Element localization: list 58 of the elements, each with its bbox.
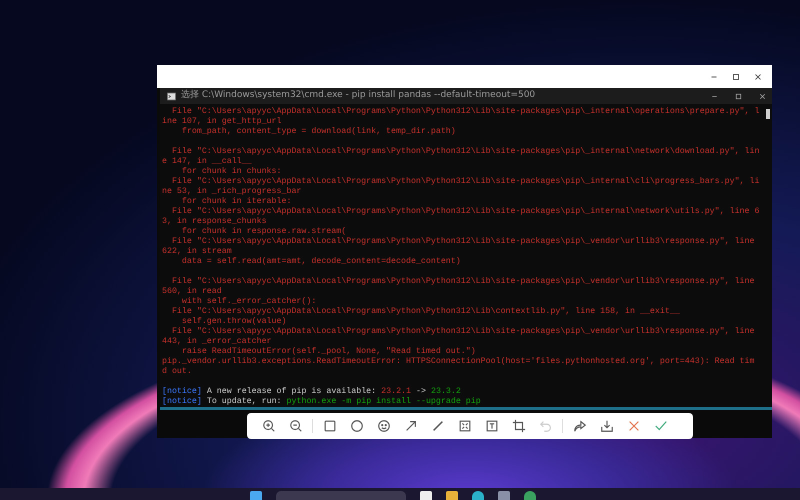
search-field[interactable]	[276, 491, 406, 500]
notice-tag: [notice]	[162, 387, 202, 397]
window-title: 选择 C:\Windows\system32\cmd.exe - pip install pandas --default-timeout=500	[181, 89, 536, 102]
console-line: data = self.read(amt=amt, decode_content=decode_content)	[180, 257, 462, 267]
mosaic-icon	[458, 419, 472, 433]
console-line: pip._vendor.urllib3.exceptions.ReadTimeoutError: HTTPSConnectionPool(host='files.pythonhosted.org', port=443): Read tim	[162, 357, 756, 367]
arrow-icon	[404, 419, 418, 433]
cancel-icon	[626, 419, 640, 433]
console-line: d out.	[162, 367, 193, 377]
circle-icon	[350, 419, 364, 433]
console-line: File "C:\Users\apyyc\AppData\Local\Programs\Python\Python312\Lib\site-packages\pip\_internal\network\download.py", lin	[170, 147, 760, 157]
console-line: 3, in response_chunks	[162, 217, 268, 227]
new-version: python.exe -m pip install --upgrade pip	[286, 397, 481, 407]
console-line: File "C:\Users\apyyc\AppData\Local\Programs\Python\Python312\Lib\contextlib.py", line 158, in __exit__	[170, 307, 681, 317]
browser-icon[interactable]	[472, 491, 484, 500]
console-line: File "C:\Users\apyyc\AppData\Local\Programs\Python\Python312\Lib\site-packages\pip\_vendor\urllib3\response.py", line	[170, 237, 756, 247]
share-icon	[572, 419, 586, 433]
notice-text: ->	[416, 387, 426, 397]
zoom-out-icon	[288, 419, 302, 433]
maximize-icon	[734, 92, 742, 100]
console-line: self.gen.throw(value)	[180, 317, 288, 327]
rectangle-icon	[322, 419, 336, 433]
zoom-in-icon	[262, 419, 276, 433]
close-icon	[758, 92, 766, 100]
undo-icon	[538, 419, 552, 433]
console-line: for chunk in chunks:	[180, 167, 282, 177]
download-icon	[600, 419, 614, 433]
console-line: raise ReadTimeoutError(self._pool, None, "Read timed out.")	[180, 347, 477, 357]
console-line: 560, in read	[162, 287, 223, 297]
console-line: 622, in stream	[162, 247, 233, 257]
smiley-icon	[376, 419, 390, 433]
console-line: File "C:\Users\apyyc\AppData\Local\Programs\Python\Python312\Lib\site-packages\pip\_vendor\urllib3\response.py", line	[170, 327, 756, 337]
console-line: e 147, in __call__	[162, 157, 253, 167]
console-line: ne 53, in _rich_progress_bar	[162, 187, 302, 197]
notice-tag: [notice]	[162, 397, 202, 407]
old-version: 23.2.1	[381, 387, 412, 397]
console-icon	[166, 92, 177, 100]
console-line: for chunk in response.raw.stream(	[180, 227, 348, 237]
notice-text: To update, run:	[206, 397, 282, 407]
console-line: File "C:\Users\apyyc\AppData\Local\Programs\Python\Python312\Lib\site-packages\pip\_internal\network\utils.py", line 6	[170, 207, 760, 217]
notice-text: A new release of pip is available:	[206, 387, 376, 397]
console-line: with self._error_catcher():	[180, 297, 318, 307]
console-line: File "C:\Users\apyyc\AppData\Local\Programs\Python\Python312\Lib\site-packages\pip\_internal\cli\progress_bars.py", li	[170, 177, 760, 187]
console-line: 443, in _error_catcher	[162, 337, 273, 347]
crop-icon	[512, 419, 526, 433]
text-icon	[484, 419, 498, 433]
console-line: File "C:\Users\apyyc\AppData\Local\Programs\Python\Python312\Lib\site-packages\pip\_internal\operations\prepare.py", l	[170, 107, 760, 117]
check-icon	[654, 419, 668, 433]
console-line: File "C:\Users\apyyc\AppData\Local\Programs\Python\Python312\Lib\site-packages\pip\_vendor\urllib3\response.py", line	[170, 277, 756, 287]
app-icon[interactable]	[524, 491, 536, 500]
console-line: from_path, content_type = download(link, temp_dir.path)	[180, 127, 457, 137]
start-icon[interactable]	[250, 491, 262, 500]
pen-icon	[430, 419, 444, 433]
close-icon	[753, 72, 763, 82]
console-line: ine 107, in get_http_url	[162, 117, 282, 127]
console-line: for chunk in iterable:	[180, 197, 292, 207]
new-version: 23.3.2	[430, 387, 461, 397]
scrollbar-thumb[interactable]	[766, 109, 770, 119]
